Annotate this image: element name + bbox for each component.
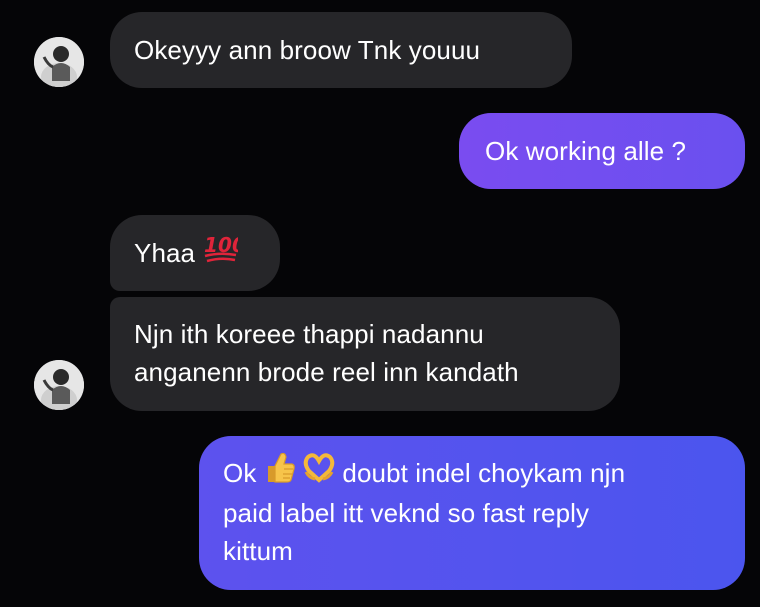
message-text: Okeyyy ann broow Tnk youuu <box>134 35 481 65</box>
profile-photo-icon <box>34 360 84 410</box>
hundred-points-icon: 100 <box>202 230 246 274</box>
profile-photo-icon <box>34 37 84 87</box>
message-text-line: kittum <box>223 536 293 567</box>
message-text: Yhaa <box>134 238 196 268</box>
message-bubble-incoming[interactable]: Okeyyy ann broow Tnk youuu <box>110 12 572 88</box>
message-text-line: paid label itt veknd so fast reply <box>223 498 590 529</box>
avatar[interactable] <box>34 37 84 87</box>
message-text: Ok working alle ? <box>485 136 687 166</box>
message-bubble-incoming[interactable]: Njn ith koreee thappi nadannu anganenn b… <box>110 297 620 411</box>
message-text-line: anganenn brode reel inn kandath <box>134 357 519 387</box>
message-bubble-incoming[interactable]: Yhaa 100 <box>110 215 280 291</box>
message-bubble-outgoing[interactable]: Ok doubt indel choykam njn paid label it… <box>199 436 745 590</box>
message-text-line: Njn ith koreee thappi nadannu <box>134 319 484 349</box>
message-text: Ok <box>223 458 257 488</box>
heart-hands-icon <box>303 450 335 494</box>
message-text: doubt indel choykam njn <box>342 458 626 488</box>
avatar[interactable] <box>34 360 84 410</box>
message-bubble-outgoing[interactable]: Ok working alle ? <box>459 113 745 189</box>
thumbs-up-icon <box>264 450 296 494</box>
